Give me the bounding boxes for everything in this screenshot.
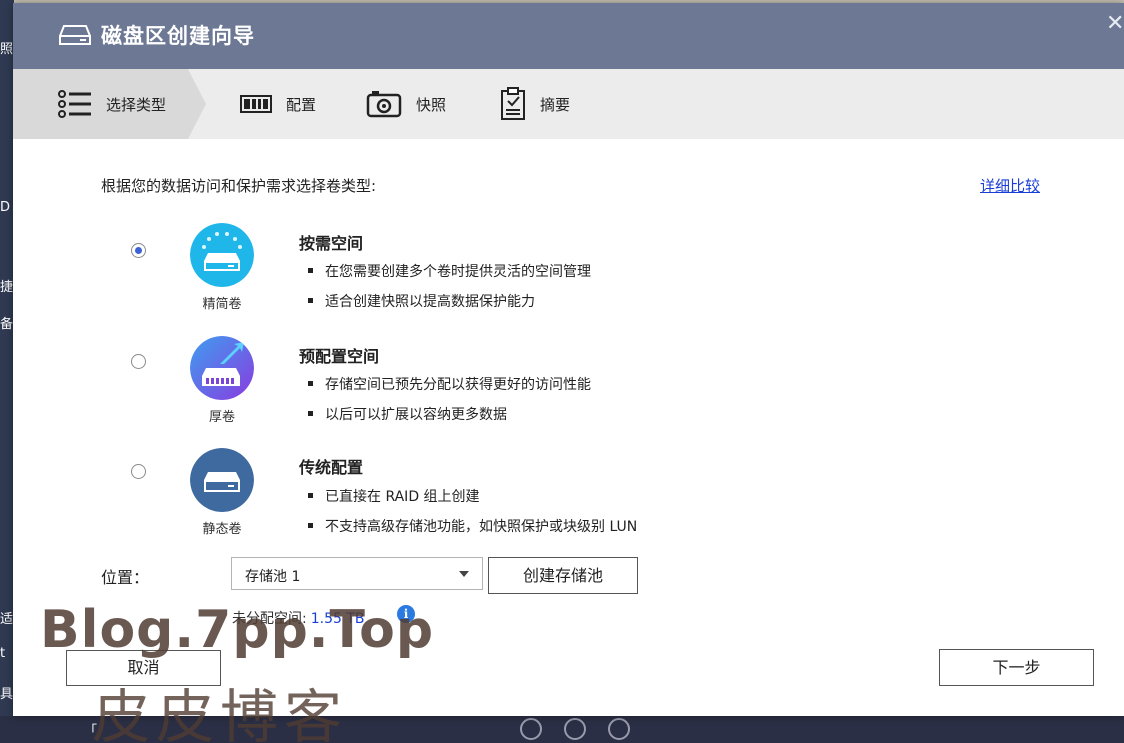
step-config: 配置 bbox=[240, 69, 316, 139]
static-volume-icon bbox=[190, 448, 254, 512]
taskbar-icon[interactable] bbox=[520, 718, 542, 740]
option-icon-label: 精简卷 bbox=[202, 297, 242, 312]
option-bullet: 以后可以扩展以容纳更多数据 bbox=[308, 404, 507, 424]
volume-option-thick: 厚卷 预配置空间 存储空间已预先分配以获得更好的访问性能 以后可以扩展以容纳更多… bbox=[13, 334, 1124, 444]
wizard-steps: 选择类型 配置 快照 摘要 bbox=[13, 69, 1124, 139]
volume-option-static: 静态卷 传统配置 已直接在 RAID 组上创建 不支持高级存储池功能，如快照保护… bbox=[13, 446, 1124, 556]
option-bullet: 在您需要创建多个卷时提供灵活的空间管理 bbox=[308, 261, 591, 281]
hard-drive-icon bbox=[59, 25, 91, 45]
step-summary: 摘要 bbox=[500, 69, 570, 139]
thick-volume-icon bbox=[190, 336, 254, 400]
step-snapshot: 快照 bbox=[366, 69, 446, 139]
option-bullet: 存储空间已预先分配以获得更好的访问性能 bbox=[308, 374, 591, 394]
selected-pool: 存储池 1 bbox=[245, 569, 301, 585]
option-icon-label: 厚卷 bbox=[208, 410, 235, 425]
bg-text-fragment: 捷 bbox=[0, 280, 14, 295]
taskbar-icon[interactable] bbox=[564, 718, 586, 740]
watermark-text: 皮皮博客 bbox=[92, 683, 349, 743]
step-select-type: 选择类型 bbox=[13, 69, 206, 139]
compare-link[interactable]: 详细比较 bbox=[980, 175, 1040, 196]
taskbar-icon[interactable] bbox=[608, 718, 630, 740]
next-button[interactable]: 下一步 bbox=[939, 649, 1094, 686]
title-bar: 磁盘区创建向导 ✕ bbox=[13, 3, 1124, 69]
radio-thin[interactable] bbox=[131, 243, 146, 258]
watermark-text: Blog.7pp.Top bbox=[40, 600, 435, 660]
chevron-down-icon bbox=[459, 571, 469, 577]
step-label: 快照 bbox=[416, 95, 447, 114]
option-bullet: 适合创建快照以提高数据保护能力 bbox=[308, 291, 535, 311]
radio-thick[interactable] bbox=[131, 354, 146, 369]
list-icon bbox=[58, 90, 91, 118]
prompt-text: 根据您的数据访问和保护需求选择卷类型: bbox=[101, 177, 377, 195]
thin-volume-icon bbox=[190, 223, 254, 287]
location-label: 位置： bbox=[101, 568, 150, 587]
bg-text-fragment: 备 bbox=[0, 317, 14, 332]
config-icon bbox=[240, 95, 272, 113]
volume-option-thin: 精简卷 按需空间 在您需要创建多个卷时提供灵活的空间管理 适合创建快照以提高数据… bbox=[13, 221, 1124, 331]
step-label: 选择类型 bbox=[106, 95, 167, 114]
camera-icon bbox=[366, 91, 402, 118]
option-bullet: 已直接在 RAID 组上创建 bbox=[308, 486, 480, 506]
step-label: 配置 bbox=[286, 95, 317, 114]
create-pool-button[interactable]: 创建存储池 bbox=[488, 557, 638, 594]
bg-text-fragment: t bbox=[0, 646, 6, 661]
step-label: 摘要 bbox=[540, 95, 571, 114]
bg-text-fragment: 具 bbox=[0, 687, 14, 702]
desktop-left-strip: 照 D 捷 备 适 t 具 d bbox=[0, 0, 14, 743]
bg-text-fragment: 照 bbox=[0, 42, 14, 57]
close-button[interactable]: ✕ bbox=[1106, 11, 1124, 36]
bg-text-fragment: D bbox=[0, 200, 11, 215]
option-bullet: 不支持高级存储池功能，如快照保护或块级别 LUN bbox=[308, 516, 637, 536]
clipboard-icon bbox=[501, 87, 525, 120]
option-title: 传统配置 bbox=[299, 458, 364, 477]
option-title: 按需空间 bbox=[299, 234, 364, 253]
radio-static[interactable] bbox=[131, 464, 146, 479]
option-icon-label: 静态卷 bbox=[202, 522, 242, 537]
bg-text-fragment: 适 bbox=[0, 612, 14, 627]
dialog-title: 磁盘区创建向导 bbox=[101, 24, 255, 48]
option-title: 预配置空间 bbox=[299, 347, 380, 366]
storage-pool-select[interactable]: 存储池 1 bbox=[231, 557, 483, 590]
